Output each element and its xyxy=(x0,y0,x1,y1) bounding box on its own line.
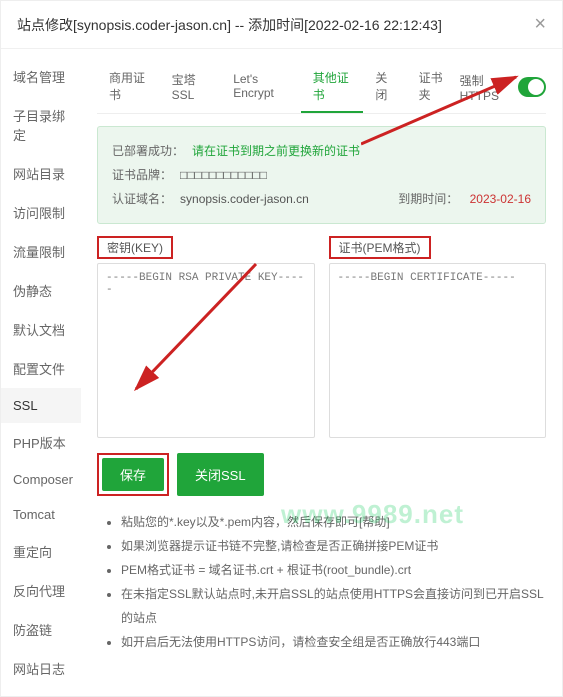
sidebar-item-subdir[interactable]: 子目录绑定 xyxy=(1,96,81,154)
sidebar-item-rewrite[interactable]: 伪静态 xyxy=(1,271,81,310)
sidebar-item-traffic[interactable]: 流量限制 xyxy=(1,232,81,271)
sidebar-item-tomcat[interactable]: Tomcat xyxy=(1,497,81,532)
cert-input[interactable] xyxy=(329,263,547,438)
tab-other[interactable]: 其他证书 xyxy=(301,61,364,113)
sidebar-item-domain[interactable]: 域名管理 xyxy=(1,57,81,96)
save-button[interactable]: 保存 xyxy=(102,458,164,491)
modal-header: 站点修改[synopsis.coder-jason.cn] -- 添加时间[20… xyxy=(1,1,562,49)
close-ssl-button[interactable]: 关闭SSL xyxy=(177,453,264,496)
sidebar-item-php[interactable]: PHP版本 xyxy=(1,423,81,462)
sidebar-item-log[interactable]: 网站日志 xyxy=(1,649,81,688)
tab-bt-ssl[interactable]: 宝塔SSL xyxy=(160,63,222,112)
sidebar-item-proxy[interactable]: 反向代理 xyxy=(1,571,81,610)
sidebar-item-composer[interactable]: Composer xyxy=(1,462,81,497)
brand-label: 证书品牌： xyxy=(112,163,172,187)
domain-label: 认证域名： xyxy=(112,187,172,211)
tip-item: 在未指定SSL默认站点时,未开启SSL的站点使用HTTPS会直接访问到已开启SS… xyxy=(121,582,546,630)
sidebar: 域名管理 子目录绑定 网站目录 访问限制 流量限制 伪静态 默认文档 配置文件 … xyxy=(1,49,81,696)
force-https-toggle[interactable] xyxy=(518,77,546,97)
force-https-label: 强制HTTPS xyxy=(460,72,510,103)
deployed-label: 已部署成功： xyxy=(112,139,184,163)
cert-info-box: 已部署成功： 请在证书到期之前更换新的证书 证书品牌： □□□□□□□□□□□□… xyxy=(97,126,546,224)
modal-title: 站点修改[synopsis.coder-jason.cn] -- 添加时间[20… xyxy=(17,15,442,35)
sidebar-item-ssl[interactable]: SSL xyxy=(1,388,81,423)
brand-value: □□□□□□□□□□□□ xyxy=(180,163,267,187)
sidebar-item-access[interactable]: 访问限制 xyxy=(1,193,81,232)
key-input[interactable] xyxy=(97,263,315,438)
tab-close[interactable]: 关闭 xyxy=(363,61,406,113)
cert-label: 证书(PEM格式) xyxy=(335,239,425,257)
tabs: 商用证书 宝塔SSL Let's Encrypt 其他证书 关闭 证书夹 强制H… xyxy=(97,61,546,114)
deployed-hint: 请在证书到期之前更换新的证书 xyxy=(192,139,360,163)
tip-item: 如果浏览器提示证书链不完整,请检查是否正确拼接PEM证书 xyxy=(121,534,546,558)
sidebar-item-default-doc[interactable]: 默认文档 xyxy=(1,310,81,349)
sidebar-item-config[interactable]: 配置文件 xyxy=(1,349,81,388)
tips-list: 粘贴您的*.key以及*.pem内容，然后保存即可[帮助] 如果浏览器提示证书链… xyxy=(97,510,546,654)
close-icon[interactable]: × xyxy=(534,13,546,36)
sidebar-item-redirect[interactable]: 重定向 xyxy=(1,532,81,571)
tab-cert-folder[interactable]: 证书夹 xyxy=(407,61,460,113)
tip-item: 如开启后无法使用HTTPS访问，请检查安全组是否正确放行443端口 xyxy=(121,630,546,654)
expire-label: 到期时间： xyxy=(398,192,458,206)
key-label: 密钥(KEY) xyxy=(103,239,167,257)
domain-value: synopsis.coder-jason.cn xyxy=(180,187,309,211)
tab-letsencrypt[interactable]: Let's Encrypt xyxy=(221,64,301,110)
expire-value: 2023-02-16 xyxy=(470,192,531,206)
tip-item: 粘贴您的*.key以及*.pem内容，然后保存即可[帮助] xyxy=(121,510,546,534)
tab-commercial[interactable]: 商用证书 xyxy=(97,61,160,113)
sidebar-item-webdir[interactable]: 网站目录 xyxy=(1,154,81,193)
sidebar-item-hotlink[interactable]: 防盗链 xyxy=(1,610,81,649)
tip-item: PEM格式证书 = 域名证书.crt + 根证书(root_bundle).cr… xyxy=(121,558,546,582)
